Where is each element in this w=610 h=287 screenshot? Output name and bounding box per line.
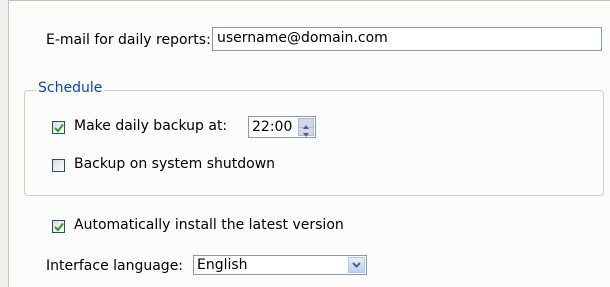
schedule-groupbox xyxy=(24,90,604,196)
auto-update-label: Automatically install the latest version xyxy=(74,217,344,233)
spin-down-arrow-icon xyxy=(303,133,309,137)
daily-backup-label: Make daily backup at: xyxy=(74,118,228,134)
auto-update-checkbox[interactable] xyxy=(52,220,65,233)
language-dropdown-button[interactable] xyxy=(348,257,365,273)
language-label: Interface language: xyxy=(46,258,184,274)
spin-down-button[interactable] xyxy=(299,127,313,137)
email-label: E-mail for daily reports: xyxy=(46,32,211,48)
backup-time-stepper[interactable] xyxy=(298,118,314,137)
email-field[interactable]: username@domain.com xyxy=(212,27,602,51)
checkmark-icon xyxy=(54,222,64,232)
language-select[interactable]: English xyxy=(193,255,367,275)
schedule-group-title: Schedule xyxy=(36,80,105,96)
checkmark-icon xyxy=(54,123,64,133)
chevron-down-icon xyxy=(352,262,361,268)
shutdown-backup-label: Backup on system shutdown xyxy=(74,156,276,172)
daily-backup-checkbox[interactable] xyxy=(52,121,65,134)
shutdown-backup-checkbox[interactable] xyxy=(52,159,65,172)
